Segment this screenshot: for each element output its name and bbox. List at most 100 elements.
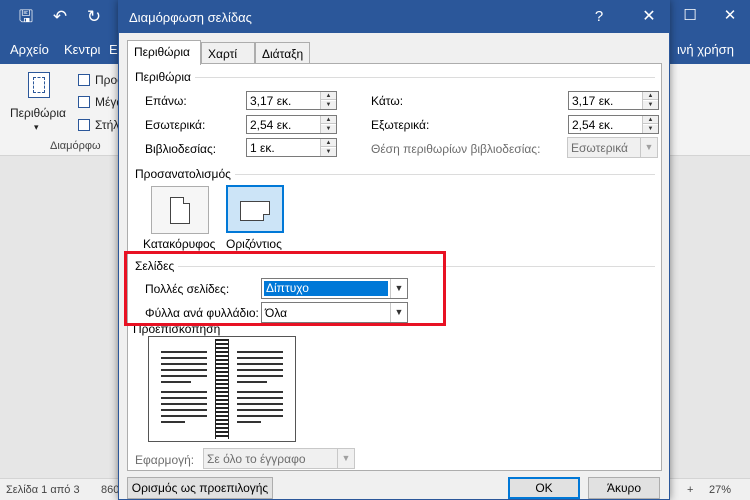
text-line xyxy=(161,415,207,417)
close-icon[interactable]: ✕ xyxy=(710,0,750,34)
tab-tell-me[interactable]: ινή χρήση xyxy=(677,42,734,57)
chevron-down-icon: ▼ xyxy=(337,449,354,468)
bottom-margin-spinner[interactable]: 3,17 εκ. ▲ ▼ xyxy=(568,91,659,110)
multiple-pages-select[interactable]: Δίπτυχο ▼ xyxy=(261,278,408,299)
portrait-label[interactable]: Κατακόρυφος xyxy=(143,237,215,251)
margins-icon[interactable] xyxy=(28,72,50,98)
spin-buttons: ▲ ▼ xyxy=(320,139,336,156)
gutter-label: Βιβλιοδεσίας: xyxy=(145,142,217,156)
redo-icon[interactable]: ↻ xyxy=(84,7,104,27)
text-line xyxy=(237,375,283,377)
portrait-page-icon xyxy=(170,197,190,224)
spin-down-icon[interactable]: ▼ xyxy=(321,125,336,133)
close-button[interactable]: ✕ xyxy=(629,1,669,33)
word-count[interactable]: 860 xyxy=(101,484,119,496)
sheets-per-booklet-label: Φύλλα ανά φυλλάδιο: xyxy=(145,306,259,320)
portrait-button[interactable] xyxy=(151,186,209,234)
set-as-default-button[interactable]: Ορισμός ως προεπιλογής xyxy=(127,477,273,499)
top-margin-spinner[interactable]: 3,17 εκ. ▲ ▼ xyxy=(246,91,337,110)
text-line xyxy=(161,375,207,377)
inside-margin-spinner[interactable]: 2,54 εκ. ▲ ▼ xyxy=(246,115,337,134)
text-line xyxy=(237,357,283,359)
gutter-spinner[interactable]: 1 εκ. ▲ ▼ xyxy=(246,138,337,157)
text-line xyxy=(237,415,283,417)
landscape-button[interactable] xyxy=(226,185,284,233)
preview-heading: Προεπισκόπηση xyxy=(133,322,221,336)
spin-up-icon[interactable]: ▲ xyxy=(643,92,658,100)
text-line xyxy=(161,421,185,423)
columns-button[interactable]: Στήλ xyxy=(95,118,119,132)
text-line xyxy=(237,403,283,405)
tab-paper[interactable]: Χαρτί xyxy=(201,42,255,64)
spin-down-icon[interactable]: ▼ xyxy=(321,148,336,156)
tab-file[interactable]: Αρχείο xyxy=(10,42,49,57)
tab-layout[interactable]: Διάταξη xyxy=(255,42,310,64)
landscape-page-icon xyxy=(240,201,270,221)
text-line xyxy=(237,369,283,371)
outside-margin-spinner[interactable]: 2,54 εκ. ▲ ▼ xyxy=(568,115,659,134)
spin-up-icon[interactable]: ▲ xyxy=(321,116,336,124)
multiple-pages-value[interactable]: Δίπτυχο xyxy=(264,281,388,296)
chevron-down-icon[interactable]: ▾ xyxy=(34,122,39,133)
sheets-per-booklet-select[interactable]: Όλα ▼ xyxy=(261,302,408,323)
text-line xyxy=(237,421,261,423)
margins-button[interactable]: Περιθώρια xyxy=(10,106,66,120)
spin-down-icon[interactable]: ▼ xyxy=(321,101,336,109)
size-icon xyxy=(78,96,90,108)
dialog-title-bar: Διαμόρφωση σελίδας ? ✕ xyxy=(119,1,669,33)
preview-left-page xyxy=(149,343,215,437)
top-margin-label: Επάνω: xyxy=(145,94,187,108)
text-line xyxy=(161,409,207,411)
spin-buttons: ▲ ▼ xyxy=(642,116,658,133)
spin-buttons: ▲ ▼ xyxy=(642,92,658,109)
gutter-position-select: Εσωτερικά ▼ xyxy=(567,137,658,158)
help-button[interactable]: ? xyxy=(579,1,619,33)
top-margin-value[interactable]: 3,17 εκ. xyxy=(250,94,291,108)
spin-up-icon[interactable]: ▲ xyxy=(321,139,336,147)
spin-up-icon[interactable]: ▲ xyxy=(643,116,658,124)
dialog-title: Διαμόρφωση σελίδας xyxy=(129,10,252,25)
text-line xyxy=(237,351,283,353)
gutter-value[interactable]: 1 εκ. xyxy=(250,141,275,155)
ok-button[interactable]: OK xyxy=(508,477,580,499)
bottom-margin-value[interactable]: 3,17 εκ. xyxy=(572,94,613,108)
landscape-label[interactable]: Οριζόντιος xyxy=(226,237,282,251)
orientation-icon xyxy=(78,74,90,86)
inside-margin-value[interactable]: 2,54 εκ. xyxy=(250,118,291,132)
tab-insert[interactable]: Ε xyxy=(109,42,118,57)
spin-down-icon[interactable]: ▼ xyxy=(643,101,658,109)
text-line xyxy=(161,391,207,393)
inside-margin-label: Εσωτερικά: xyxy=(145,118,206,132)
text-line xyxy=(237,397,283,399)
maximize-icon[interactable]: ☐ xyxy=(670,0,710,34)
section-divider xyxy=(135,77,655,78)
page-count[interactable]: Σελίδα 1 από 3 xyxy=(6,484,80,496)
gutter-position-label: Θέση περιθωρίων βιβλιοδεσίας: xyxy=(371,142,541,156)
tab-home[interactable]: Κεντρι xyxy=(64,42,100,57)
zoom-slider-icon[interactable]: + xyxy=(687,484,693,496)
chevron-down-icon[interactable]: ▼ xyxy=(390,279,407,298)
booklet-preview xyxy=(148,336,296,442)
outside-margin-label: Εξωτερικά: xyxy=(371,118,430,132)
multiple-pages-label: Πολλές σελίδες: xyxy=(145,282,230,296)
text-line xyxy=(161,403,207,405)
save-icon[interactable]: 🖫 xyxy=(16,7,36,27)
outside-margin-value[interactable]: 2,54 εκ. xyxy=(572,118,613,132)
spin-up-icon[interactable]: ▲ xyxy=(321,92,336,100)
orientation-heading: Προσανατολισμός xyxy=(135,167,235,181)
zoom-level[interactable]: 27% xyxy=(709,484,731,496)
undo-icon[interactable]: ↶ xyxy=(50,7,70,27)
text-line xyxy=(237,409,283,411)
columns-icon xyxy=(78,119,90,131)
sheets-per-booklet-value[interactable]: Όλα xyxy=(265,306,287,320)
chevron-down-icon[interactable]: ▼ xyxy=(390,303,407,322)
text-line xyxy=(161,351,207,353)
text-line xyxy=(161,369,207,371)
margins-heading: Περιθώρια xyxy=(135,70,195,84)
chevron-down-icon: ▼ xyxy=(640,138,657,157)
gutter-position-value: Εσωτερικά xyxy=(571,141,628,155)
tab-margins[interactable]: Περιθώρια xyxy=(127,40,201,65)
spin-down-icon[interactable]: ▼ xyxy=(643,125,658,133)
cancel-button[interactable]: Άκυρο xyxy=(588,477,660,499)
apply-to-label: Εφαρμογή: xyxy=(135,453,195,467)
